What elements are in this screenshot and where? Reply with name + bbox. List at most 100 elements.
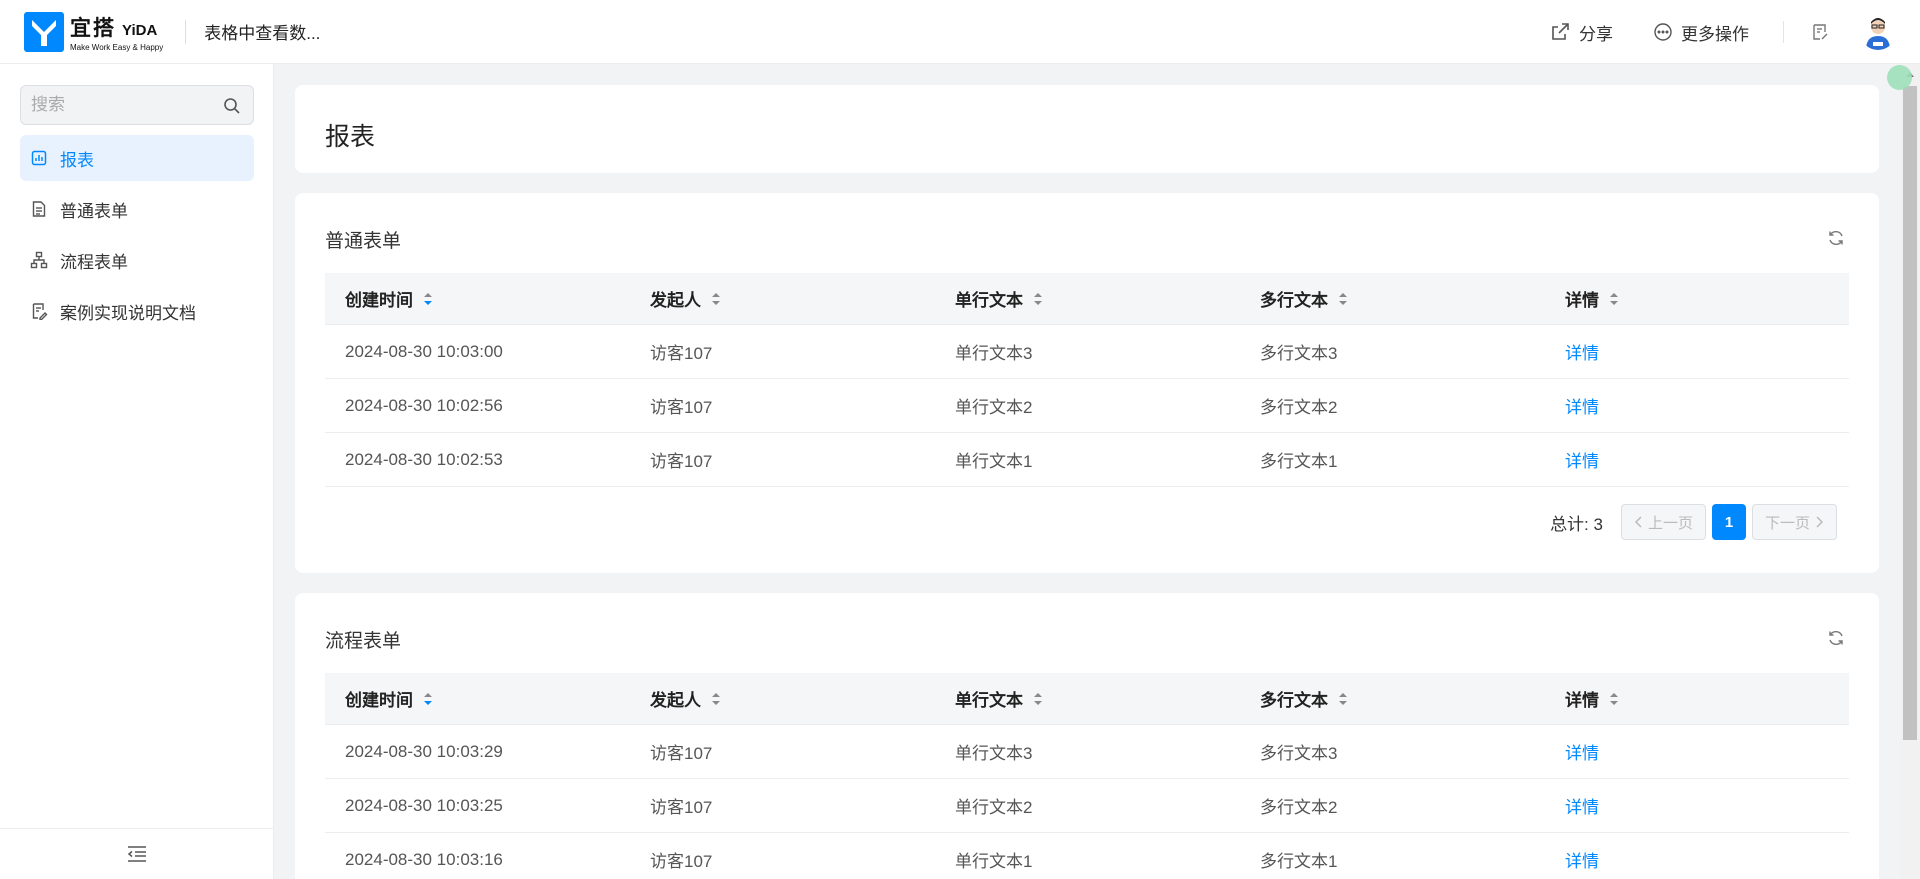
sidebar-item-normal-form[interactable]: 普通表单: [20, 186, 254, 232]
data-table: 创建时间 发起人 单行文本 多行文本 详情 2024-08-30 10:03:2…: [325, 673, 1849, 879]
collapse-icon: [127, 846, 146, 862]
doc-icon: [32, 303, 48, 320]
prev-page-button[interactable]: 上一页: [1620, 504, 1706, 540]
cell-multi-text: 多行文本2: [1260, 798, 1338, 817]
cell-multi-text: 多行文本3: [1260, 344, 1338, 363]
floating-status-dot[interactable]: [1887, 65, 1912, 90]
table-row: 2024-08-30 10:03:00 访客107 单行文本3 多行文本3 详情: [325, 325, 1849, 379]
sidebar-collapse-button[interactable]: [0, 828, 274, 879]
user-avatar[interactable]: [1860, 14, 1896, 50]
detail-link[interactable]: 详情: [1545, 339, 1849, 364]
column-header-initiator[interactable]: 发起人: [630, 286, 935, 311]
detail-link[interactable]: 详情: [1545, 447, 1849, 472]
sidebar-nav: 报表 普通表单 流程表单 案例实现说明文档: [20, 135, 254, 339]
sidebar-item-label: 报表: [60, 150, 94, 170]
chevron-right-icon: [1816, 516, 1824, 528]
detail-link[interactable]: 详情: [1545, 847, 1849, 872]
cell-single-text: 单行文本1: [955, 852, 1033, 871]
more-actions-button[interactable]: 更多操作: [1653, 20, 1749, 45]
table-row: 2024-08-30 10:02:56 访客107 单行文本2 多行文本2 详情: [325, 379, 1849, 433]
cell-created-time: 2024-08-30 10:02:56: [345, 395, 503, 415]
sort-icon[interactable]: [1338, 291, 1348, 307]
next-page-button[interactable]: 下一页: [1751, 504, 1837, 540]
column-header-detail[interactable]: 详情: [1545, 686, 1849, 711]
scroll-thumb[interactable]: [1903, 86, 1917, 740]
column-header-single-text[interactable]: 单行文本: [935, 286, 1240, 311]
cell-multi-text: 多行文本1: [1260, 852, 1338, 871]
cell-initiator: 访客107: [650, 452, 713, 471]
yida-logo-icon: [24, 11, 64, 52]
cell-initiator: 访客107: [650, 398, 713, 417]
logo-slogan: Make Work Easy & Happy: [70, 42, 164, 52]
sort-icon[interactable]: [711, 291, 721, 307]
normal-form-card: 普通表单 创建时间 发起人 单行文本 多行文本 详情 2024-08-30 10…: [295, 193, 1879, 573]
sort-icon[interactable]: [423, 691, 433, 707]
sidebar-item-label: 普通表单: [60, 201, 128, 221]
sort-icon[interactable]: [1033, 291, 1043, 307]
cell-initiator: 访客107: [650, 852, 713, 871]
refresh-icon[interactable]: [1827, 629, 1845, 647]
sort-icon[interactable]: [1338, 691, 1348, 707]
cell-created-time: 2024-08-30 10:02:53: [345, 449, 503, 469]
cell-single-text: 单行文本2: [955, 798, 1033, 817]
detail-link[interactable]: 详情: [1545, 793, 1849, 818]
cell-initiator: 访客107: [650, 798, 713, 817]
column-header-single-text[interactable]: 单行文本: [935, 686, 1240, 711]
sort-icon[interactable]: [423, 291, 433, 307]
cell-multi-text: 多行文本3: [1260, 744, 1338, 763]
column-label: 单行文本: [955, 691, 1023, 710]
flow-form-card: 流程表单 创建时间 发起人 单行文本 多行文本 详情 2024-08-30 10…: [295, 593, 1879, 879]
form-icon: [32, 201, 46, 217]
feedback-button[interactable]: [1810, 22, 1830, 42]
app-title[interactable]: 表格中查看数...: [204, 19, 320, 44]
sidebar-search: [20, 85, 254, 125]
column-label: 多行文本: [1260, 691, 1328, 710]
table-header: 创建时间 发起人 单行文本 多行文本 详情: [325, 273, 1849, 325]
cell-created-time: 2024-08-30 10:03:00: [345, 341, 503, 361]
sort-icon[interactable]: [711, 691, 721, 707]
next-page-label: 下一页: [1764, 514, 1810, 532]
sort-icon[interactable]: [1609, 691, 1619, 707]
feedback-icon: [1813, 24, 1828, 40]
column-header-created-time[interactable]: 创建时间: [325, 286, 630, 311]
column-header-created-time[interactable]: 创建时间: [325, 686, 630, 711]
header-divider: [185, 19, 187, 44]
column-label: 详情: [1565, 291, 1599, 310]
search-icon[interactable]: [223, 97, 241, 115]
sidebar-item-report[interactable]: 报表: [20, 135, 254, 181]
sort-icon[interactable]: [1609, 291, 1619, 307]
detail-link[interactable]: 详情: [1545, 393, 1849, 418]
column-header-multi-text[interactable]: 多行文本: [1240, 286, 1545, 311]
share-label: 分享: [1579, 24, 1613, 44]
flow-icon: [30, 251, 48, 269]
prev-page-label: 上一页: [1647, 514, 1693, 532]
section-title: 普通表单: [325, 231, 402, 252]
logo[interactable]: 宜搭 YiDA Make Work Easy & Happy: [24, 11, 164, 52]
table-row: 2024-08-30 10:03:25 访客107 单行文本2 多行文本2 详情: [325, 779, 1849, 833]
cell-single-text: 单行文本2: [955, 398, 1033, 417]
cell-single-text: 单行文本3: [955, 744, 1033, 763]
share-icon: [1552, 23, 1569, 40]
sort-icon[interactable]: [1033, 691, 1043, 707]
table-header: 创建时间 发起人 单行文本 多行文本 详情: [325, 673, 1849, 725]
column-header-detail[interactable]: 详情: [1545, 286, 1849, 311]
column-label: 发起人: [650, 691, 701, 710]
detail-link[interactable]: 详情: [1545, 739, 1849, 764]
column-label: 单行文本: [955, 291, 1023, 310]
sidebar-item-flow-form[interactable]: 流程表单: [20, 237, 254, 283]
search-input[interactable]: [21, 95, 211, 115]
table-row: 2024-08-30 10:02:53 访客107 单行文本1 多行文本1 详情: [325, 433, 1849, 487]
section-title: 流程表单: [325, 631, 402, 652]
column-label: 详情: [1565, 691, 1599, 710]
share-button[interactable]: 分享: [1549, 20, 1613, 45]
cell-single-text: 单行文本3: [955, 344, 1033, 363]
page-number-button[interactable]: 1: [1711, 504, 1746, 540]
refresh-icon[interactable]: [1827, 229, 1845, 247]
total-count: 总计: 3: [1550, 514, 1603, 534]
table-row: 2024-08-30 10:03:16 访客107 单行文本1 多行文本1 详情: [325, 833, 1849, 879]
sidebar-item-case-doc[interactable]: 案例实现说明文档: [20, 288, 254, 334]
column-header-multi-text[interactable]: 多行文本: [1240, 686, 1545, 711]
page-scrollbar[interactable]: [1900, 64, 1920, 879]
cell-multi-text: 多行文本2: [1260, 398, 1338, 417]
column-header-initiator[interactable]: 发起人: [630, 686, 935, 711]
